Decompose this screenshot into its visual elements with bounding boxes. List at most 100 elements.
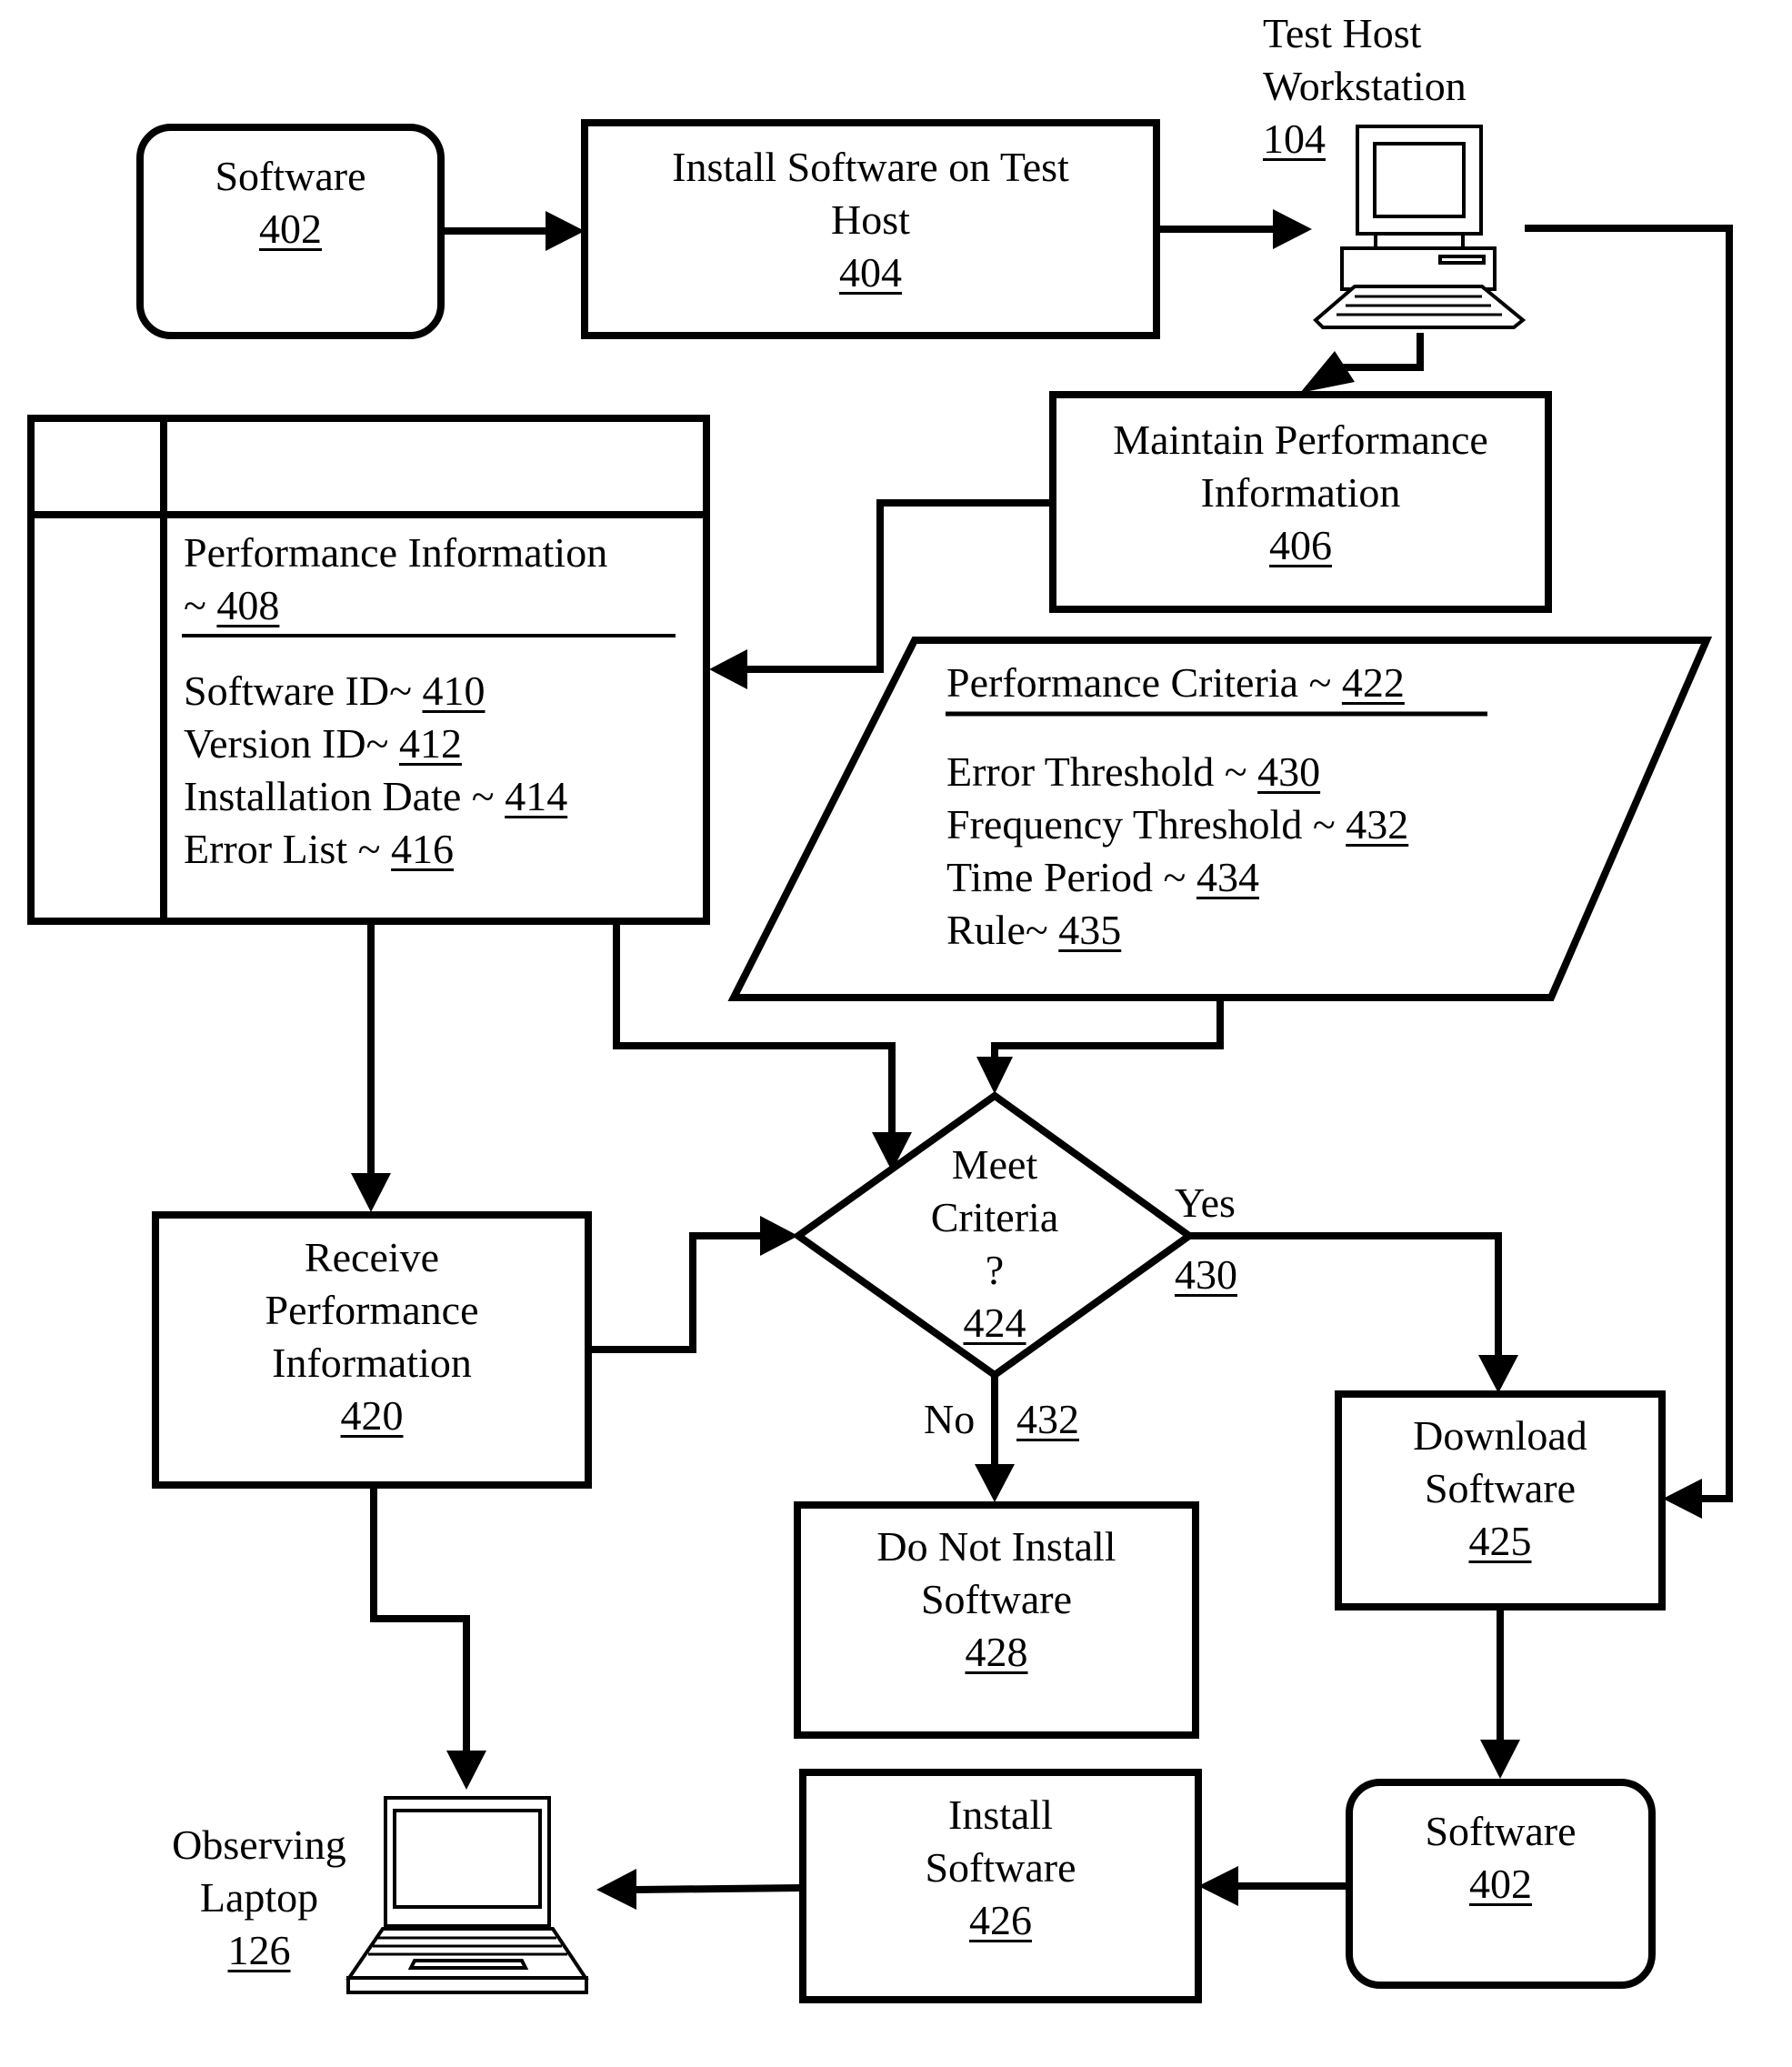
arrowhead-workstation-to-maintain xyxy=(1300,351,1355,393)
workstation-line-1: Test Host xyxy=(1263,10,1422,56)
performance-criteria-title-text: Performance Criteria ~ xyxy=(946,659,1342,706)
laptop-ref: 126 xyxy=(227,1927,291,1973)
criteria-rule: Rule~ 435 xyxy=(946,904,1408,957)
maintain-ref: 406 xyxy=(1269,522,1332,568)
arrowhead-performance-info-to-receive xyxy=(351,1173,391,1212)
arrowhead-receive-to-laptop xyxy=(446,1751,486,1790)
criteria-error-threshold: Error Threshold ~ 430 xyxy=(946,746,1408,798)
criteria-error-threshold-label: Error Threshold ~ xyxy=(946,748,1258,795)
edge-receive-to-laptop xyxy=(370,1485,470,1755)
observing-laptop-label: Observing Laptop 126 xyxy=(155,1819,364,1977)
maintain-line-2: Information xyxy=(1200,469,1401,516)
software-402-bottom-title: Software xyxy=(1425,1808,1577,1854)
no-edge-label: No xyxy=(924,1396,976,1442)
performance-criteria-title: Performance Criteria ~ 422 xyxy=(946,657,1405,709)
field-version-id-ref: 412 xyxy=(398,720,462,767)
meet-criteria-line-3: ? xyxy=(985,1247,1005,1293)
maintain-performance-label: Maintain Performance Information 406 xyxy=(1053,414,1548,572)
software-402-top-label: Software 402 xyxy=(140,150,441,256)
field-software-id: Software ID~ 410 xyxy=(184,665,567,717)
arrowhead-download-to-software xyxy=(1480,1740,1520,1779)
download-line-2: Software xyxy=(1424,1465,1577,1511)
workstation-ref: 104 xyxy=(1263,115,1326,162)
performance-information-ref: 408 xyxy=(216,582,280,628)
software-402-top-title: Software xyxy=(215,153,366,199)
flowchart-canvas xyxy=(27,119,1733,2003)
download-ref: 425 xyxy=(1468,1518,1532,1564)
meet-criteria-line-1: Meet xyxy=(951,1141,1038,1188)
laptop-computer-icon xyxy=(345,1796,589,1994)
yes-edge-ref: 430 xyxy=(1175,1251,1237,1298)
field-installation-date-ref: 414 xyxy=(505,773,568,819)
software-402-top-ref: 402 xyxy=(259,206,322,252)
receive-line-3: Information xyxy=(272,1340,472,1386)
criteria-frequency-threshold: Frequency Threshold ~ 432 xyxy=(946,798,1408,851)
arrowhead-install-to-laptop xyxy=(596,1869,636,1910)
arrowhead-software-to-install xyxy=(546,211,585,251)
arrowhead-software-to-install-426 xyxy=(1198,1866,1238,1906)
install-software-label: Install Software 426 xyxy=(803,1789,1198,1947)
field-software-id-ref: 410 xyxy=(422,667,486,714)
field-installation-date: Installation Date ~ 414 xyxy=(184,770,567,823)
yes-edge-label: Yes xyxy=(1175,1179,1236,1226)
criteria-rule-ref: 435 xyxy=(1058,907,1122,953)
receive-performance-label: Receive Performance Information 420 xyxy=(155,1231,588,1442)
meet-criteria-label: Meet Criteria ? 424 xyxy=(904,1139,1086,1350)
meet-criteria-line-2: Criteria xyxy=(930,1194,1059,1240)
software-402-bottom-ref: 402 xyxy=(1469,1861,1532,1907)
do-not-install-label: Do Not Install Software 428 xyxy=(797,1520,1196,1679)
install-line-1: Install xyxy=(948,1791,1053,1838)
laptop-line-2: Laptop xyxy=(199,1874,319,1921)
arrowhead-yes-to-download xyxy=(1478,1355,1518,1393)
criteria-time-period-ref: 434 xyxy=(1196,854,1259,900)
test-host-workstation-label: Test Host Workstation 104 xyxy=(1263,7,1467,166)
field-version-id: Version ID~ 412 xyxy=(184,717,567,770)
arrowhead-criteria-to-decision xyxy=(976,1057,1013,1094)
receive-line-1: Receive xyxy=(304,1234,440,1280)
performance-criteria-ref: 422 xyxy=(1341,659,1405,706)
arrowhead-install-to-workstation xyxy=(1273,209,1312,249)
do-not-install-ref: 428 xyxy=(965,1629,1028,1675)
meet-criteria-ref: 424 xyxy=(963,1299,1026,1346)
performance-criteria-fields: Error Threshold ~ 430 Frequency Threshol… xyxy=(946,746,1408,957)
arrowhead-receive-to-decision xyxy=(760,1216,798,1256)
edge-receive-to-decision xyxy=(589,1232,764,1353)
field-installation-date-label: Installation Date ~ xyxy=(184,773,506,819)
criteria-time-period: Time Period ~ 434 xyxy=(946,851,1408,904)
install-line-2: Software xyxy=(925,1844,1076,1891)
field-software-id-label: Software ID~ xyxy=(184,667,423,714)
edge-criteria-to-decision xyxy=(991,998,1224,1069)
install-on-test-host-line-2: Host xyxy=(831,196,910,243)
performance-information-fields: Software ID~ 410 Version ID~ 412 Install… xyxy=(184,665,567,876)
install-on-test-host-label: Install Software on Test Host 404 xyxy=(585,141,1156,299)
field-error-list-label: Error List ~ xyxy=(184,826,392,872)
do-not-install-line-2: Software xyxy=(920,1576,1073,1622)
laptop-line-1: Observing xyxy=(172,1821,346,1868)
download-software-label: Download Software 425 xyxy=(1338,1410,1662,1568)
performance-information-title-text: Performance Information xyxy=(184,529,608,576)
software-402-bottom-label: Software 402 xyxy=(1349,1805,1652,1911)
criteria-time-period-label: Time Period ~ xyxy=(946,854,1196,900)
field-error-list: Error List ~ 416 xyxy=(184,823,567,876)
edge-install-to-laptop xyxy=(636,1884,804,1893)
no-edge-ref: 432 xyxy=(1016,1396,1079,1442)
install-on-test-host-ref: 404 xyxy=(839,249,902,296)
maintain-line-1: Maintain Performance xyxy=(1113,416,1488,463)
receive-ref: 420 xyxy=(340,1392,404,1439)
criteria-rule-label: Rule~ xyxy=(946,907,1059,953)
install-on-test-host-line-1: Install Software on Test xyxy=(672,144,1069,190)
field-version-id-label: Version ID~ xyxy=(184,720,399,767)
criteria-frequency-threshold-ref: 432 xyxy=(1346,801,1409,848)
arrowhead-maintain-to-performance-info xyxy=(709,649,747,689)
criteria-error-threshold-ref: 430 xyxy=(1257,748,1321,795)
arrowhead-no-to-do-not-install xyxy=(975,1464,1015,1502)
workstation-line-2: Workstation xyxy=(1263,63,1467,109)
install-ref: 426 xyxy=(969,1897,1032,1943)
download-line-1: Download xyxy=(1413,1412,1587,1459)
receive-line-2: Performance xyxy=(265,1287,479,1333)
performance-information-title: Performance Information ~ 408 xyxy=(184,527,607,632)
edge-workstation-to-maintain xyxy=(1336,333,1424,371)
field-error-list-ref: 416 xyxy=(391,826,455,872)
performance-information-title-prefix: ~ xyxy=(184,582,217,628)
criteria-frequency-threshold-label: Frequency Threshold ~ xyxy=(946,801,1347,848)
